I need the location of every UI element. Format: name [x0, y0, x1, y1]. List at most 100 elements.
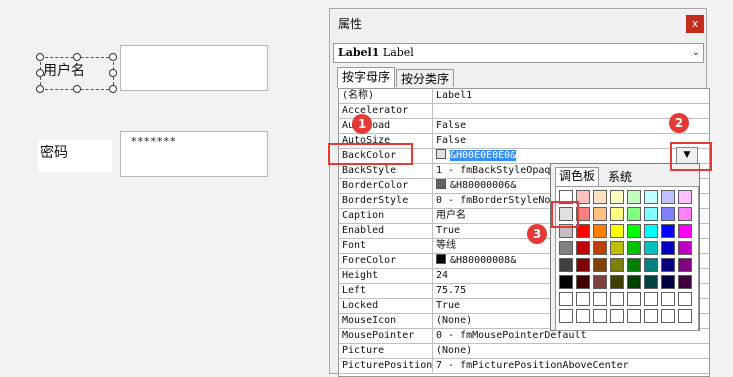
- palette-swatch[interactable]: [661, 190, 675, 204]
- resize-handle-mr[interactable]: [109, 69, 117, 77]
- property-value-text: &H80000006&: [450, 180, 517, 191]
- palette-swatch[interactable]: [610, 224, 624, 238]
- resize-handle-tl[interactable]: [36, 53, 44, 61]
- palette-swatch[interactable]: [678, 190, 692, 204]
- palette-swatch[interactable]: [627, 224, 641, 238]
- palette-swatch[interactable]: [593, 224, 607, 238]
- password-label[interactable]: 密码: [38, 140, 112, 172]
- resize-handle-bl[interactable]: [36, 85, 44, 93]
- palette-swatch[interactable]: [678, 258, 692, 272]
- palette-swatch[interactable]: [576, 292, 590, 306]
- palette-swatch[interactable]: [661, 275, 675, 289]
- palette-swatch[interactable]: [678, 224, 692, 238]
- username-label[interactable]: 用户名: [36, 53, 117, 93]
- palette-swatch[interactable]: [627, 241, 641, 255]
- palette-swatch[interactable]: [644, 224, 658, 238]
- property-value[interactable]: False: [433, 134, 709, 149]
- property-row[interactable]: AutoLoadFalse: [339, 119, 709, 134]
- resize-handle-tc[interactable]: [73, 53, 81, 61]
- palette-swatch[interactable]: [627, 292, 641, 306]
- palette-swatch[interactable]: [627, 190, 641, 204]
- palette-swatch[interactable]: [644, 190, 658, 204]
- property-value-text: (None): [436, 315, 473, 326]
- palette-swatch[interactable]: [661, 258, 675, 272]
- property-row[interactable]: (名称) Label1: [339, 89, 709, 104]
- property-name: MouseIcon: [339, 314, 433, 329]
- property-value[interactable]: [433, 104, 709, 119]
- palette-swatch[interactable]: [610, 292, 624, 306]
- resize-handle-tr[interactable]: [109, 53, 117, 61]
- palette-swatch[interactable]: [559, 275, 573, 289]
- palette-swatch[interactable]: [576, 309, 590, 323]
- palette-swatch[interactable]: [678, 241, 692, 255]
- palette-swatch[interactable]: [610, 258, 624, 272]
- palette-swatch[interactable]: [610, 309, 624, 323]
- property-value[interactable]: 0 - fmMousePointerDefault: [433, 329, 709, 344]
- palette-swatch[interactable]: [593, 275, 607, 289]
- palette-swatch[interactable]: [576, 241, 590, 255]
- palette-swatch[interactable]: [644, 275, 658, 289]
- palette-swatch[interactable]: [559, 241, 573, 255]
- property-row[interactable]: Accelerator: [339, 104, 709, 119]
- palette-swatch[interactable]: [661, 207, 675, 221]
- palette-swatch[interactable]: [559, 258, 573, 272]
- username-textbox[interactable]: [120, 45, 268, 91]
- property-name: Locked: [339, 299, 433, 314]
- palette-swatch[interactable]: [627, 258, 641, 272]
- property-name: Enabled: [339, 224, 433, 239]
- property-value-text: &H00E0E0E0&: [450, 150, 517, 161]
- palette-swatch[interactable]: [644, 207, 658, 221]
- palette-swatch[interactable]: [559, 292, 573, 306]
- property-value-text: 75.75: [436, 285, 467, 296]
- password-textbox[interactable]: *******: [120, 131, 268, 177]
- property-row[interactable]: PicturePosition 7 - fmPicturePositionAbov…: [339, 359, 709, 374]
- property-value[interactable]: Label1: [433, 89, 709, 104]
- object-selector[interactable]: Label1 Label ⌄: [333, 43, 704, 63]
- palette-swatch[interactable]: [576, 275, 590, 289]
- tab-categorized[interactable]: 按分类序: [396, 69, 455, 87]
- close-button[interactable]: x: [686, 15, 704, 33]
- palette-swatch[interactable]: [661, 309, 675, 323]
- palette-swatch[interactable]: [644, 309, 658, 323]
- property-value-text: (None): [436, 345, 473, 356]
- palette-swatch[interactable]: [593, 207, 607, 221]
- resize-handle-bc[interactable]: [73, 85, 81, 93]
- palette-swatch[interactable]: [627, 309, 641, 323]
- chevron-down-icon[interactable]: ⌄: [692, 44, 700, 62]
- tab-palette[interactable]: 调色板: [555, 167, 600, 186]
- palette-swatch[interactable]: [678, 275, 692, 289]
- palette-swatch[interactable]: [678, 309, 692, 323]
- palette-swatch[interactable]: [644, 292, 658, 306]
- palette-swatch[interactable]: [593, 292, 607, 306]
- property-row[interactable]: MousePointer 0 - fmMousePointerDefault: [339, 329, 709, 344]
- resize-handle-ml[interactable]: [36, 69, 44, 77]
- palette-swatch[interactable]: [678, 207, 692, 221]
- property-value[interactable]: False: [433, 119, 709, 134]
- palette-swatch[interactable]: [576, 258, 590, 272]
- property-value[interactable]: &H00E0E0E0&: [433, 149, 709, 164]
- property-row[interactable]: Picture (None): [339, 344, 709, 359]
- palette-swatch[interactable]: [559, 309, 573, 323]
- palette-swatch[interactable]: [610, 275, 624, 289]
- palette-swatch[interactable]: [610, 190, 624, 204]
- palette-swatch[interactable]: [644, 241, 658, 255]
- tab-system[interactable]: 系统: [605, 169, 635, 185]
- resize-handle-br[interactable]: [109, 85, 117, 93]
- palette-swatch[interactable]: [661, 292, 675, 306]
- palette-swatch[interactable]: [678, 292, 692, 306]
- property-value[interactable]: 7 - fmPicturePositionAboveCenter: [433, 359, 709, 374]
- palette-swatch[interactable]: [593, 258, 607, 272]
- palette-swatch[interactable]: [593, 309, 607, 323]
- palette-swatch[interactable]: [661, 224, 675, 238]
- palette-swatch[interactable]: [593, 241, 607, 255]
- palette-swatch[interactable]: [593, 190, 607, 204]
- palette-swatch[interactable]: [610, 207, 624, 221]
- palette-swatch[interactable]: [627, 207, 641, 221]
- property-value-text: &H80000008&: [450, 255, 517, 266]
- palette-swatch[interactable]: [661, 241, 675, 255]
- palette-swatch[interactable]: [644, 258, 658, 272]
- property-value[interactable]: (None): [433, 344, 709, 359]
- tab-alphabetic[interactable]: 按字母序: [337, 67, 396, 88]
- palette-swatch[interactable]: [610, 241, 624, 255]
- palette-swatch[interactable]: [627, 275, 641, 289]
